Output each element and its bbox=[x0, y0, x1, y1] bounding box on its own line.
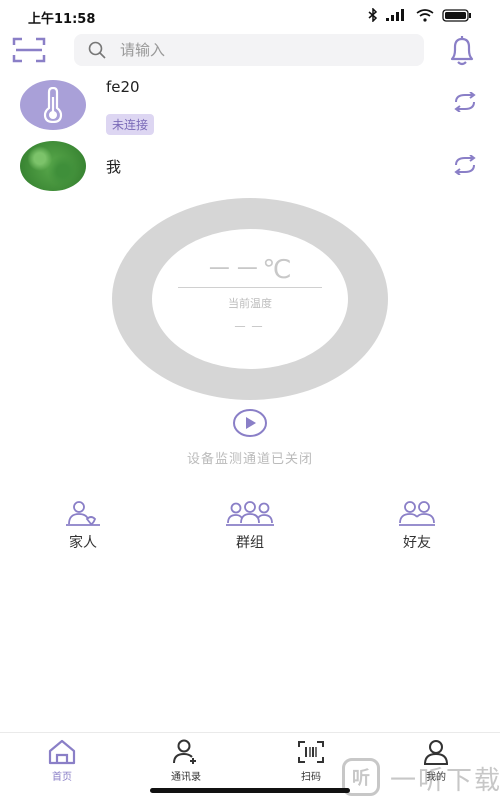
refresh-icon[interactable] bbox=[452, 92, 478, 112]
watermark: 听 一听下载 bbox=[338, 756, 500, 798]
tab-label: 通讯录 bbox=[171, 772, 201, 783]
tab-label: 扫码 bbox=[301, 772, 321, 783]
wifi-icon bbox=[416, 8, 434, 22]
play-icon[interactable] bbox=[232, 408, 268, 438]
tab-label: 首页 bbox=[52, 772, 72, 783]
search-header bbox=[0, 32, 500, 68]
scan-icon[interactable] bbox=[12, 36, 46, 64]
refresh-icon[interactable] bbox=[452, 155, 478, 175]
monitor-status-text: 设备监测通道已关闭 bbox=[186, 452, 313, 467]
thermometer-avatar bbox=[20, 80, 86, 130]
tab-scan[interactable]: 扫码 bbox=[281, 739, 341, 785]
contacts-icon bbox=[173, 739, 196, 764]
status-icons bbox=[368, 8, 472, 22]
group-icon bbox=[226, 501, 274, 526]
home-indicator bbox=[150, 788, 350, 793]
group-friends[interactable]: 好友 bbox=[377, 500, 457, 556]
temperature-sub-value: －－ bbox=[233, 320, 267, 336]
status-time: 上午11:58 bbox=[28, 12, 96, 27]
home-icon bbox=[48, 739, 76, 765]
scan-code-icon bbox=[298, 741, 324, 763]
temperature-gauge-center: －－℃ 当前温度 －－ bbox=[152, 229, 348, 369]
thermometer-icon bbox=[43, 87, 63, 123]
home-screen: 上午11:58 请输入 fe20 未连接 我 －－℃ 当前温度 －－ 设备监测通… bbox=[0, 0, 500, 800]
family-icon bbox=[66, 501, 100, 526]
bell-icon[interactable] bbox=[446, 34, 478, 68]
device-name: fe20 bbox=[106, 78, 140, 96]
group-family[interactable]: 家人 bbox=[43, 500, 123, 556]
temperature-value: －－℃ bbox=[206, 255, 294, 285]
connection-status-badge: 未连接 bbox=[106, 114, 155, 135]
search-input[interactable] bbox=[120, 41, 390, 59]
device-item-me[interactable]: 我 bbox=[0, 138, 500, 198]
device-item-fe20[interactable]: fe20 未连接 bbox=[0, 78, 500, 138]
temperature-label: 当前温度 bbox=[228, 297, 272, 310]
battery-icon bbox=[442, 8, 471, 22]
search-icon bbox=[88, 41, 106, 59]
friends-icon bbox=[399, 501, 435, 526]
grass-photo-avatar bbox=[20, 141, 86, 191]
signal-icon bbox=[386, 9, 404, 21]
gauge-divider bbox=[178, 287, 322, 288]
status-bar: 上午11:58 bbox=[0, 0, 500, 32]
group-groups[interactable]: 群组 bbox=[210, 500, 290, 556]
group-label: 群组 bbox=[236, 535, 264, 551]
tab-home[interactable]: 首页 bbox=[32, 739, 92, 785]
device-name: 我 bbox=[106, 158, 122, 176]
group-label: 家人 bbox=[69, 535, 97, 551]
watermark-text: 一听下载 bbox=[390, 766, 500, 796]
group-label: 好友 bbox=[403, 535, 431, 551]
temperature-gauge: －－℃ 当前温度 －－ bbox=[112, 198, 388, 400]
bluetooth-icon bbox=[368, 8, 378, 22]
tab-contacts[interactable]: 通讯录 bbox=[156, 739, 216, 785]
search-box[interactable] bbox=[74, 34, 424, 66]
